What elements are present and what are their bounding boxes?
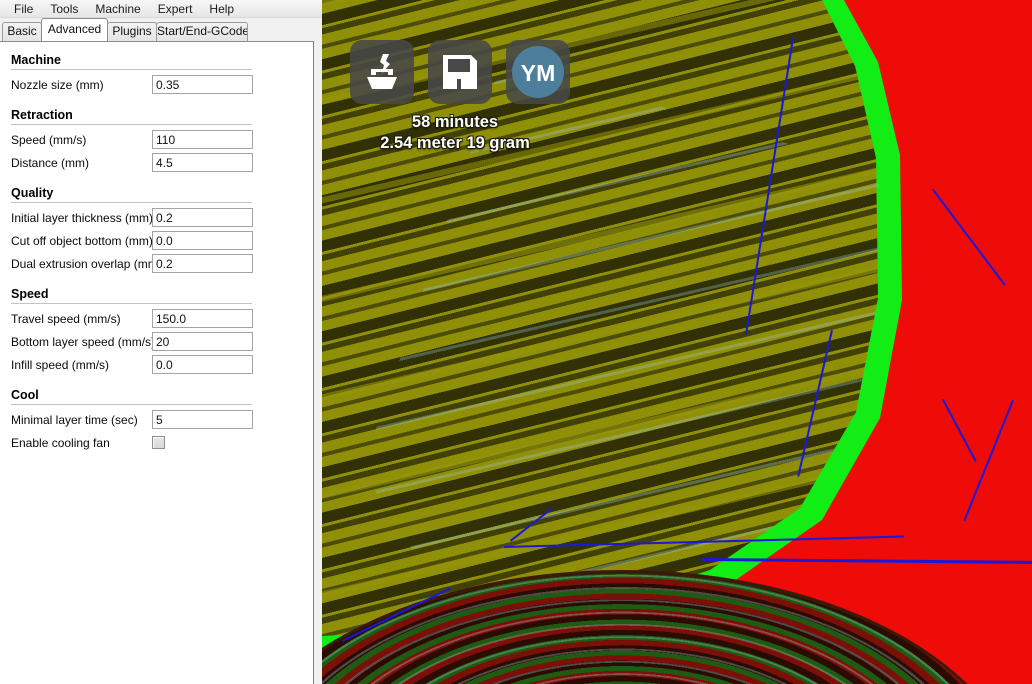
tab-basic[interactable]: Basic: [2, 22, 42, 41]
infill-speed-input[interactable]: [152, 355, 253, 374]
ym-badge-label: YM: [521, 60, 556, 86]
menu-bar: File Tools Machine Expert Help: [0, 0, 322, 18]
advanced-settings-panel: Machine Nozzle size (mm) Retraction Spee…: [0, 41, 314, 684]
tab-start-end-gcode[interactable]: Start/End-GCode: [156, 22, 248, 41]
enable-cooling-fan-checkbox[interactable]: [152, 436, 165, 449]
ym-badge-icon: YM: [510, 44, 566, 100]
section-title-machine: Machine: [11, 53, 62, 67]
retraction-speed-input[interactable]: [152, 130, 253, 149]
setting-label-nozzle-size: Nozzle size (mm): [11, 77, 104, 92]
print-bed-model-icon: [361, 51, 403, 93]
gcode-layer-view-3d[interactable]: YM 58 minutes 2.54 meter 19 gram: [322, 0, 1032, 684]
menu-item-file[interactable]: File: [6, 1, 42, 17]
initial-layer-thickness-input[interactable]: [152, 208, 253, 227]
section-divider: [11, 404, 252, 405]
floppy-disk-icon: [441, 53, 479, 91]
menu-item-tools[interactable]: Tools: [42, 1, 87, 17]
retraction-distance-input[interactable]: [152, 153, 253, 172]
setting-row-nozzle-size: Nozzle size (mm): [0, 73, 313, 96]
setting-row-retraction-speed: Speed (mm/s): [0, 128, 313, 151]
setting-label-initial-layer-thickness: Initial layer thickness (mm): [11, 210, 154, 225]
section-divider: [11, 69, 252, 70]
section-title-retraction: Retraction: [11, 108, 73, 122]
setting-label-travel-speed: Travel speed (mm/s): [11, 311, 121, 326]
minimal-layer-time-input[interactable]: [152, 410, 253, 429]
setting-row-infill-speed: Infill speed (mm/s): [0, 353, 313, 376]
menu-item-expert[interactable]: Expert: [150, 1, 202, 17]
setting-row-minimal-layer-time: Minimal layer time (sec): [0, 408, 313, 431]
viewport-toolbar: YM: [350, 40, 570, 104]
cut-off-object-bottom-input[interactable]: [152, 231, 253, 250]
load-model-button[interactable]: [350, 40, 414, 104]
tab-advanced[interactable]: Advanced: [41, 18, 108, 41]
setting-label-retraction-distance: Distance (mm): [11, 155, 90, 170]
section-machine: Machine Nozzle size (mm): [0, 48, 313, 96]
setting-row-travel-speed: Travel speed (mm/s): [0, 307, 313, 330]
menu-item-help[interactable]: Help: [201, 1, 243, 17]
setting-label-bottom-layer-speed: Bottom layer speed (mm/s): [11, 334, 156, 349]
youmagine-button[interactable]: YM: [506, 40, 570, 104]
section-cool: Cool Minimal layer time (sec) Enable coo…: [0, 383, 313, 454]
save-gcode-button[interactable]: [428, 40, 492, 104]
setting-label-cut-off-object-bottom: Cut off object bottom (mm): [11, 233, 153, 248]
cura-application-window: File Tools Machine Expert Help Basic Adv…: [0, 0, 1032, 684]
section-speed: Speed Travel speed (mm/s) Bottom layer s…: [0, 282, 313, 376]
setting-row-dual-extrusion-overlap: Dual extrusion overlap (mm): [0, 252, 313, 275]
section-divider: [11, 303, 252, 304]
section-title-quality: Quality: [11, 186, 54, 200]
setting-row-cut-off-object-bottom: Cut off object bottom (mm): [0, 229, 313, 252]
tab-plugins[interactable]: Plugins: [107, 22, 157, 41]
setting-row-enable-cooling-fan: Enable cooling fan: [0, 431, 313, 454]
setting-row-retraction-distance: Distance (mm): [0, 151, 313, 174]
settings-tab-bar: Basic Advanced Plugins Start/End-GCode: [0, 18, 322, 41]
setting-label-dual-extrusion-overlap: Dual extrusion overlap (mm): [11, 256, 162, 271]
menu-item-machine[interactable]: Machine: [87, 1, 149, 17]
section-divider: [11, 124, 252, 125]
section-quality: Quality Initial layer thickness (mm) Cut…: [0, 181, 313, 275]
travel-speed-input[interactable]: [152, 309, 253, 328]
nozzle-size-input[interactable]: [152, 75, 253, 94]
section-title-cool: Cool: [11, 388, 39, 402]
dual-extrusion-overlap-input[interactable]: [152, 254, 253, 273]
setting-label-enable-cooling-fan: Enable cooling fan: [11, 435, 110, 450]
setting-label-retraction-speed: Speed (mm/s): [11, 132, 87, 147]
section-divider: [11, 202, 252, 203]
section-retraction: Retraction Speed (mm/s) Distance (mm): [0, 103, 313, 174]
setting-row-initial-layer-thickness: Initial layer thickness (mm): [0, 206, 313, 229]
setting-row-bottom-layer-speed: Bottom layer speed (mm/s): [0, 330, 313, 353]
bottom-layer-speed-input[interactable]: [152, 332, 253, 351]
section-title-speed: Speed: [11, 287, 49, 301]
setting-label-minimal-layer-time: Minimal layer time (sec): [11, 412, 138, 427]
setting-label-infill-speed: Infill speed (mm/s): [11, 357, 110, 372]
